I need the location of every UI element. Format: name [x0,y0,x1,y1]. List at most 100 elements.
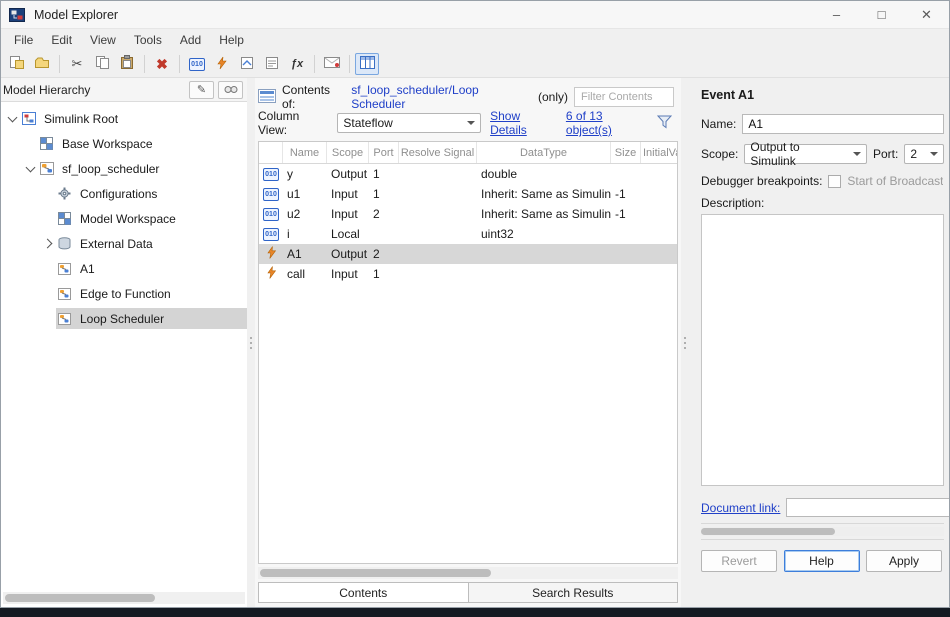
app-icon [9,7,27,23]
table-row[interactable]: y Output 1 double [259,164,677,184]
cell-resolve [399,164,477,184]
data-icon [263,208,279,221]
cell-name: i [283,224,327,244]
tree-item-loop-scheduler[interactable]: Loop Scheduler [1,306,247,331]
scrollbar-thumb[interactable] [5,594,155,602]
contents-hscrollbar[interactable] [258,567,678,579]
chevron-placeholder [41,311,56,326]
cell-initialvalue [641,244,677,264]
model-explorer-window: Model Explorer – □ ✕ File Edit View Tool… [0,0,950,608]
find-button[interactable] [218,81,243,99]
column-header-port[interactable]: Port [369,142,399,163]
port-select[interactable]: 2 [904,144,944,164]
function-icon: ƒx [291,58,303,70]
tree-item-configurations[interactable]: Configurations [1,181,247,206]
cell-datatype: Inherit: Same as Simulink [477,184,611,204]
start-of-broadcast-checkbox[interactable] [828,175,841,188]
description-textarea[interactable] [701,214,944,486]
close-button[interactable]: ✕ [904,1,949,28]
add-data-button[interactable] [185,53,209,75]
tab-contents[interactable]: Contents [258,582,469,603]
minimize-button[interactable]: – [814,1,859,28]
tree-item-base-workspace[interactable]: Base Workspace [1,131,247,156]
panel-splitter[interactable] [681,78,689,607]
toolbar: ✂ ✖ ƒx [1,51,949,78]
column-header-icon[interactable] [259,142,283,163]
delete-button[interactable]: ✖ [150,53,174,75]
add-signal-button[interactable] [235,53,259,75]
column-header-size[interactable]: Size [611,142,641,163]
help-button[interactable]: Help [784,550,860,572]
hierarchy-hscrollbar[interactable] [3,592,245,604]
window-title: Model Explorer [34,8,118,22]
menu-edit[interactable]: Edit [42,31,81,49]
filter-contents-input[interactable] [574,87,674,107]
cell-size: -1 [611,184,641,204]
add-parameter-button[interactable] [260,53,284,75]
column-header-datatype[interactable]: DataType [477,142,611,163]
window-controls: – □ ✕ [814,1,949,28]
cell-name: y [283,164,327,184]
show-details-link[interactable]: Show Details [490,109,557,137]
tree-item-external-data[interactable]: External Data [1,231,247,256]
column-view-button[interactable] [355,53,379,75]
menu-view[interactable]: View [81,31,125,49]
maximize-button[interactable]: □ [859,1,904,28]
contents-of-label: Contents of: [282,83,345,111]
menu-file[interactable]: File [5,31,42,49]
tree-item-a1[interactable]: A1 [1,256,247,281]
table-row-selected[interactable]: A1 Output 2 [259,244,677,264]
tree-item-edge-to-function[interactable]: Edge to Function [1,281,247,306]
scrollbar-thumb[interactable] [260,569,491,577]
add-event-button[interactable] [210,53,234,75]
table-row[interactable]: i Local uint32 [259,224,677,244]
copy-button[interactable] [90,53,114,75]
cell-datatype: Inherit: Same as Simulink [477,204,611,224]
cell-port [369,224,399,244]
scope-select[interactable]: Output to Simulink [744,144,867,164]
column-header-resolve-signal[interactable]: Resolve Signal [399,142,477,163]
dialog-view-icon [324,56,340,72]
column-header-initialvalue[interactable]: InitialVa [641,142,677,163]
tree-item-sf-loop-scheduler[interactable]: sf_loop_scheduler [1,156,247,181]
tree-item-model-workspace[interactable]: Model Workspace [1,206,247,231]
chevron-down-icon[interactable] [23,161,38,176]
document-link-input[interactable] [786,498,949,517]
chevron-placeholder [41,286,56,301]
tree-item-simulink-root[interactable]: Simulink Root [1,106,247,131]
scrollbar-thumb[interactable] [701,528,835,535]
revert-button[interactable]: Revert [701,550,777,572]
table-row[interactable]: u1 Input 1 Inherit: Same as Simulink -1 [259,184,677,204]
dialog-view-button[interactable] [320,53,344,75]
new-model-button[interactable] [5,53,29,75]
table-row[interactable]: u2 Input 2 Inherit: Same as Simulink -1 [259,204,677,224]
open-model-button[interactable] [30,53,54,75]
apply-button[interactable]: Apply [866,550,942,572]
column-view-select[interactable]: Stateflow [337,113,481,133]
close-icon: ✕ [921,7,932,23]
tab-search-results[interactable]: Search Results [468,582,679,603]
cell-scope: Input [327,184,369,204]
menu-tools[interactable]: Tools [125,31,171,49]
current-system-link[interactable]: sf_loop_scheduler/Loop Scheduler [351,83,532,111]
menu-help[interactable]: Help [210,31,253,49]
name-label: Name: [701,117,736,131]
cut-button[interactable]: ✂ [65,53,89,75]
document-link-label[interactable]: Document link: [701,501,780,515]
open-folder-icon [34,56,50,73]
object-count-link[interactable]: 6 of 13 object(s) [566,109,648,137]
add-parameter-icon [265,56,279,73]
paste-button[interactable] [115,53,139,75]
edit-object-button[interactable]: ✎ [189,81,214,99]
dialog-hscrollbar[interactable] [701,527,944,536]
filter-funnel-icon[interactable] [657,115,672,132]
panel-splitter[interactable] [247,78,255,607]
name-input[interactable] [742,114,944,134]
column-header-name[interactable]: Name [283,142,327,163]
chevron-down-icon[interactable] [5,111,20,126]
add-function-button[interactable]: ƒx [285,53,309,75]
menu-add[interactable]: Add [171,31,210,49]
chevron-right-icon[interactable] [41,236,56,251]
table-row[interactable]: call Input 1 [259,264,677,284]
column-header-scope[interactable]: Scope [327,142,369,163]
